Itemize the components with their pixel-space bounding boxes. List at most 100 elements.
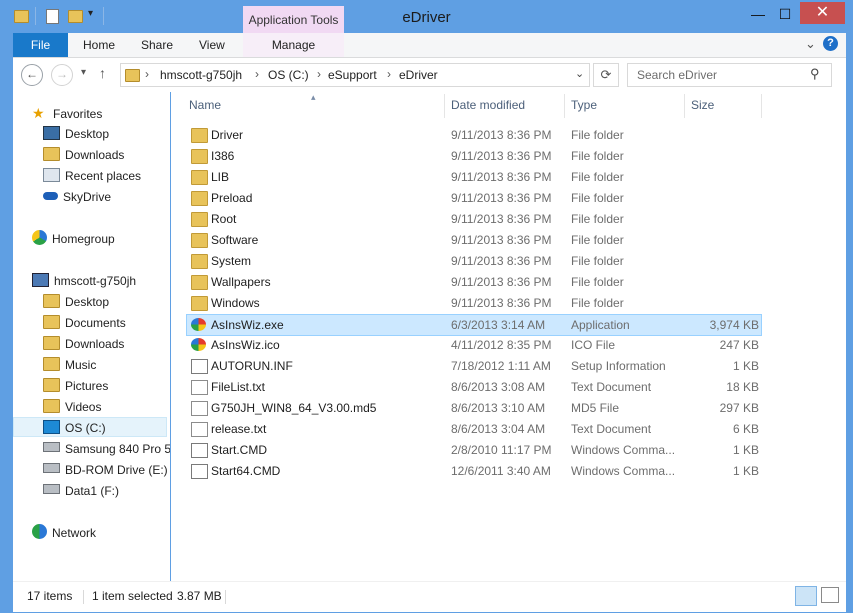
divider[interactable] [684,94,685,118]
details-view-icon[interactable] [795,586,817,606]
homegroup-icon [32,230,47,245]
ribbon: File Home Share View Manage ⌄ ? [13,33,846,58]
file-name: FileList.txt [211,380,266,394]
file-type: Setup Information [571,359,666,373]
folder-icon [191,128,208,143]
table-row[interactable]: G750JH_WIN8_64_V3.00.md5 8/6/2013 3:10 AM… [187,398,761,418]
breadcrumb-separator-icon[interactable]: › [255,67,259,81]
table-row[interactable]: Start64.CMD 12/6/2011 3:40 AM Windows Comm… [187,461,761,481]
file-date: 9/11/2013 8:36 PM [451,233,552,247]
table-row[interactable]: I386 9/11/2013 8:36 PM File folder [187,146,761,166]
table-row[interactable]: LIB 9/11/2013 8:36 PM File folder [187,167,761,187]
table-row[interactable]: Root 9/11/2013 8:36 PM File folder [187,209,761,229]
help-icon[interactable]: ? [823,36,838,51]
file-name: AUTORUN.INF [211,359,293,373]
recent-locations-icon[interactable]: ▾ [81,67,86,78]
column-header-date[interactable]: Date modified [451,98,525,112]
nav-skydrive[interactable]: SkyDrive [43,187,111,207]
breadcrumb-separator-icon[interactable]: › [317,67,321,81]
search-icon[interactable]: ⚲ [810,66,820,82]
divider [225,590,226,604]
file-name: Start64.CMD [211,464,281,478]
nav-bd-rom[interactable]: BD-ROM Drive (E:) C [43,460,170,480]
close-button[interactable]: ✕ [800,2,845,24]
tab-manage[interactable]: Manage [243,33,344,57]
expand-ribbon-icon[interactable]: ⌄ [805,36,816,52]
breadcrumb-drive[interactable]: OS (C:) [268,68,309,82]
breadcrumb-separator-icon[interactable]: › [387,67,391,81]
table-row[interactable]: System 9/11/2013 8:36 PM File folder [187,251,761,271]
file-size: 247 KB [719,338,759,352]
table-row-selected[interactable]: AsInsWiz.exe 6/3/2013 3:14 AM Application 3… [186,314,762,336]
tab-file[interactable]: File [13,33,68,57]
nav-data1-drive[interactable]: Data1 (F:) [43,481,119,501]
file-date: 9/11/2013 8:36 PM [451,275,552,289]
table-row[interactable]: AsInsWiz.ico 4/11/2012 8:35 PM ICO File 247… [187,335,761,355]
breadcrumb-separator-icon[interactable]: › [145,67,149,81]
search-box[interactable]: Search eDriver ⚲ [627,63,832,87]
nav-os-drive[interactable]: OS (C:) [13,417,167,437]
file-date: 8/6/2013 3:10 AM [451,401,546,415]
pictures-icon [43,378,60,392]
nav-recent-places[interactable]: Recent places [43,166,141,186]
documents-icon [43,315,60,329]
tab-share[interactable]: Share [141,33,173,57]
table-row[interactable]: FileList.txt 8/6/2013 3:08 AM Text Documen… [187,377,761,397]
back-button[interactable]: ← [21,64,43,86]
refresh-button[interactable]: ⟳ [593,63,619,87]
maximize-button[interactable]: ☐ [772,4,798,24]
folder-icon [125,69,140,82]
tab-view[interactable]: View [199,33,225,57]
table-row[interactable]: Software 9/11/2013 8:36 PM File folder [187,230,761,250]
table-row[interactable]: AUTORUN.INF 7/18/2012 1:11 AM Setup Inform… [187,356,761,376]
nav-samsung-drive[interactable]: Samsung 840 Pro 51 [43,439,170,459]
column-header-type[interactable]: Type [571,98,597,112]
nav-computer-downloads[interactable]: Downloads [43,334,124,354]
divider[interactable] [444,94,445,118]
breadcrumb-edriver[interactable]: eDriver [399,68,438,82]
nav-homegroup[interactable]: Homegroup [32,229,115,249]
nav-documents[interactable]: Documents [43,313,126,333]
table-row[interactable]: release.txt 8/6/2013 3:04 AM Text Document… [187,419,761,439]
nav-label: Network [52,526,97,540]
file-size: 1 KB [732,443,759,457]
settings-file-icon [191,359,208,374]
nav-label: hmscott-g750jh [54,274,137,288]
file-type: File folder [571,170,624,184]
file-list: ▴ Name Date modified Type Size Driver 9/1… [171,92,846,581]
file-date: 12/6/2011 3:40 AM [451,464,551,478]
table-row[interactable]: Start.CMD 2/8/2010 11:17 PM Windows Comma.… [187,440,761,460]
file-date: 7/18/2012 1:11 AM [451,359,551,373]
nav-network[interactable]: Network [32,523,96,543]
nav-computer[interactable]: hmscott-g750jh [32,271,136,291]
nav-pictures[interactable]: Pictures [43,376,108,396]
file-type: Text Document [571,380,652,394]
nav-videos[interactable]: Videos [43,397,101,417]
nav-favorites-desktop[interactable]: Desktop [43,124,109,144]
nav-computer-desktop[interactable]: Desktop [43,292,109,312]
file-size: 1 KB [732,464,759,478]
nav-favorites-downloads[interactable]: Downloads [43,145,124,165]
large-icons-view-icon[interactable] [821,587,839,603]
minimize-button[interactable]: — [745,4,771,24]
divider[interactable] [564,94,565,118]
breadcrumb-computer[interactable]: hmscott-g750jh [160,68,242,82]
file-date: 6/3/2013 3:14 AM [451,318,546,332]
table-row[interactable]: Wallpapers 9/11/2013 8:36 PM File folder [187,272,761,292]
nav-music[interactable]: Music [43,355,96,375]
tab-home[interactable]: Home [83,33,115,57]
column-header-name[interactable]: Name [189,98,221,112]
address-bar[interactable]: › hmscott-g750jh › OS (C:) › eSupport › … [120,63,590,87]
table-row[interactable]: Driver 9/11/2013 8:36 PM File folder [187,125,761,145]
file-type: MD5 File [571,401,620,415]
nav-favorites[interactable]: ★ Favorites [32,103,102,123]
search-input[interactable]: Search eDriver [637,68,717,82]
table-row[interactable]: Preload 9/11/2013 8:36 PM File folder [187,188,761,208]
forward-button[interactable]: → [51,64,73,86]
column-header-size[interactable]: Size [691,98,714,112]
divider[interactable] [761,94,762,118]
breadcrumb-esupport[interactable]: eSupport [328,68,377,82]
table-row[interactable]: Windows 9/11/2013 8:36 PM File folder [187,293,761,313]
address-dropdown-icon[interactable]: ⌄ [575,67,584,80]
up-button[interactable]: ↑ [99,65,106,81]
